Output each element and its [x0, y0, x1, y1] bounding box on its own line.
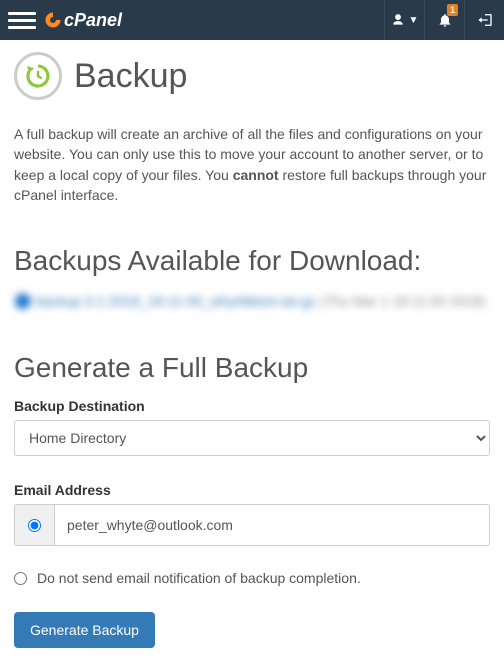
email-radio[interactable]: [28, 519, 41, 532]
no-email-label: Do not send email notification of backup…: [37, 570, 361, 586]
email-row: [14, 504, 490, 546]
user-menu[interactable]: ▼: [384, 0, 424, 40]
main-content: Backup A full backup will create an arch…: [0, 40, 504, 668]
menu-toggle[interactable]: [8, 8, 36, 33]
notifications-button[interactable]: 1: [424, 0, 464, 40]
intro-text: A full backup will create an archive of …: [14, 124, 490, 205]
page-title: Backup: [74, 57, 187, 96]
user-icon: [391, 13, 405, 27]
destination-select[interactable]: Home Directory: [14, 420, 490, 456]
backup-download-item[interactable]: 🔵 backup-3.1.2018_18-11-00_whyrtbkem.tar…: [14, 291, 490, 312]
email-label: Email Address: [14, 482, 490, 498]
email-radio-cell[interactable]: [14, 504, 54, 546]
topbar: cPanel ▼ 1: [0, 0, 504, 40]
brand-logo[interactable]: cPanel: [44, 10, 122, 31]
no-email-radio[interactable]: [14, 572, 27, 585]
brand-text: cPanel: [64, 10, 122, 31]
no-email-option[interactable]: Do not send email notification of backup…: [14, 570, 490, 586]
logout-button[interactable]: [464, 0, 504, 40]
generate-backup-button[interactable]: Generate Backup: [14, 612, 155, 648]
email-field[interactable]: [54, 504, 490, 546]
logout-icon: [477, 12, 493, 28]
destination-label: Backup Destination: [14, 398, 490, 414]
generate-heading: Generate a Full Backup: [14, 352, 490, 384]
notification-badge: 1: [447, 4, 458, 16]
page-header: Backup: [14, 52, 490, 100]
downloads-heading: Backups Available for Download:: [14, 245, 490, 277]
caret-down-icon: ▼: [409, 15, 419, 26]
backup-icon: [14, 52, 62, 100]
